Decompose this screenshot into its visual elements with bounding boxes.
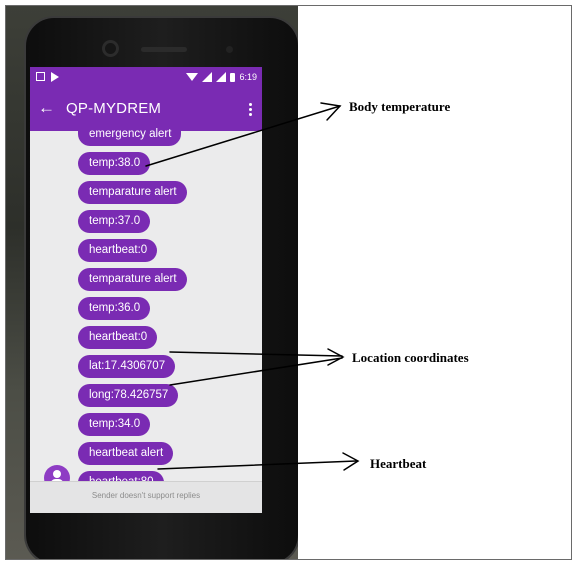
label-heartbeat: Heartbeat bbox=[370, 456, 427, 471]
label-body-temperature: Body temperature bbox=[349, 99, 451, 114]
label-location-coordinates: Location coordinates bbox=[352, 350, 469, 365]
location-arrow-line-1 bbox=[169, 351, 343, 357]
annotation-arrows bbox=[145, 102, 360, 471]
heartbeat-arrow-line bbox=[157, 460, 357, 470]
location-arrowhead bbox=[327, 348, 345, 366]
temperature-arrow-line bbox=[145, 105, 341, 167]
location-arrow-line-2 bbox=[169, 357, 343, 386]
